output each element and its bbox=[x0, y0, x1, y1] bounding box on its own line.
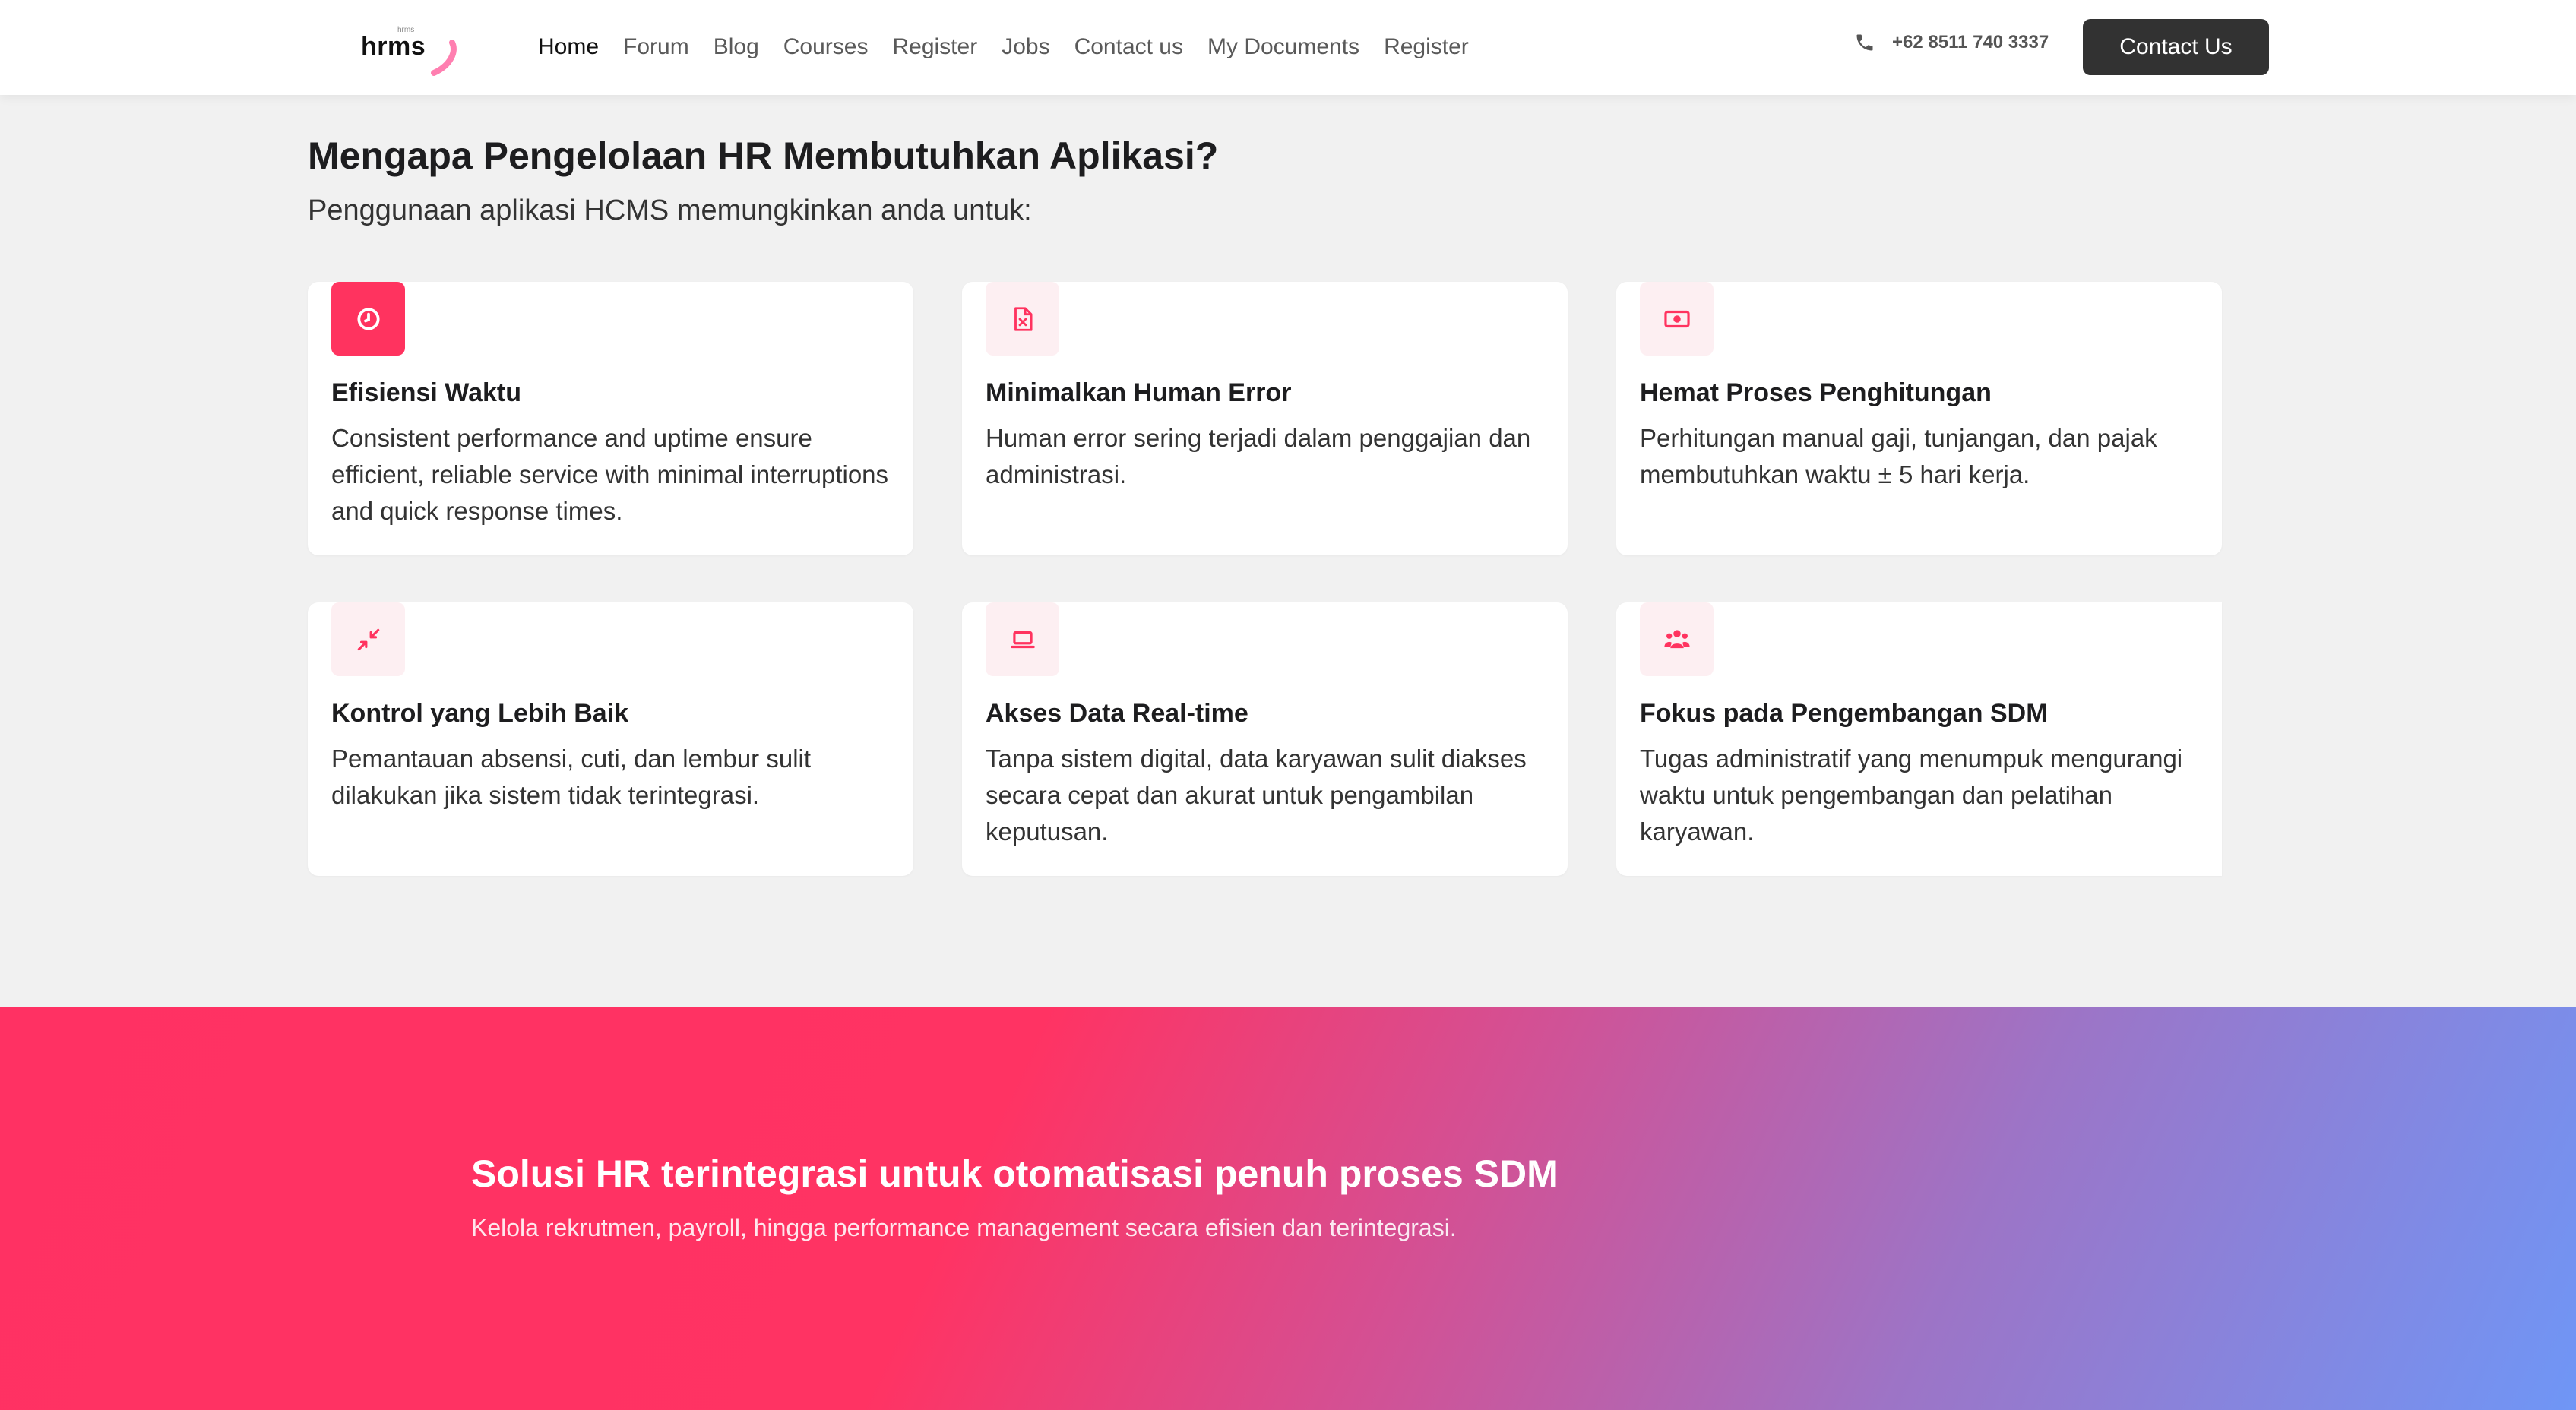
nav-blog[interactable]: Blog bbox=[714, 34, 759, 60]
nav-home[interactable]: Home bbox=[538, 34, 599, 60]
feature-card-kontrol: Kontrol yang Lebih Baik Pemantauan absen… bbox=[308, 602, 913, 876]
nav-my-documents[interactable]: My Documents bbox=[1207, 34, 1359, 60]
card-title: Akses Data Real-time bbox=[986, 699, 1248, 728]
users-icon bbox=[1640, 602, 1714, 676]
section-subtitle: Penggunaan aplikasi HCMS memungkinkan an… bbox=[308, 194, 1032, 226]
phone-contact[interactable]: +62 8511 740 3337 bbox=[1854, 27, 2049, 58]
site-header: hrms hrms Home Forum Blog Courses Regist… bbox=[0, 0, 2576, 95]
compress-icon bbox=[331, 602, 405, 676]
laptop-icon bbox=[986, 602, 1059, 676]
card-description: Tugas administratif yang menumpuk mengur… bbox=[1640, 745, 2183, 846]
card-description: Human error sering terjadi dalam penggaj… bbox=[986, 424, 1531, 488]
nav-jobs[interactable]: Jobs bbox=[1002, 34, 1049, 60]
money-icon bbox=[1640, 282, 1714, 356]
feature-card-hemat-proses: Hemat Proses Penghitungan Perhitungan ma… bbox=[1616, 282, 2222, 555]
contact-us-button[interactable]: Contact Us bbox=[2083, 19, 2269, 75]
banner-subtitle: Kelola rekrutmen, payroll, hingga perfor… bbox=[471, 1214, 1457, 1241]
logo[interactable]: hrms hrms bbox=[361, 23, 467, 76]
nav-courses[interactable]: Courses bbox=[783, 34, 869, 60]
card-title: Kontrol yang Lebih Baik bbox=[331, 699, 629, 728]
phone-icon bbox=[1856, 34, 1873, 51]
card-title: Efisiensi Waktu bbox=[331, 378, 522, 407]
phone-number: +62 8511 740 3337 bbox=[1892, 32, 2049, 52]
card-description: Pemantauan absensi, cuti, dan lembur sul… bbox=[331, 745, 812, 809]
nav-register-2[interactable]: Register bbox=[1384, 34, 1469, 60]
card-description: Tanpa sistem digital, data karyawan suli… bbox=[986, 745, 1527, 846]
feature-card-akses-data: Akses Data Real-time Tanpa sistem digita… bbox=[962, 602, 1568, 876]
nav-register[interactable]: Register bbox=[892, 34, 977, 60]
logo-swoosh-icon bbox=[431, 40, 457, 76]
card-title: Fokus pada Pengembangan SDM bbox=[1640, 699, 2048, 728]
main-nav: Home Forum Blog Courses Register Jobs Co… bbox=[538, 30, 1493, 64]
feature-card-efisiensi-waktu: Efisiensi Waktu Consistent performance a… bbox=[308, 282, 913, 555]
feature-card-fokus-sdm: Fokus pada Pengembangan SDM Tugas admini… bbox=[1616, 602, 2222, 876]
feature-card-minimalkan-human-error: Minimalkan Human Error Human error serin… bbox=[962, 282, 1568, 555]
cta-banner: Solusi HR terintegrasi untuk otomatisasi… bbox=[0, 1007, 2576, 1410]
card-description: Perhitungan manual gaji, tunjangan, dan … bbox=[1640, 424, 2157, 488]
card-title: Hemat Proses Penghitungan bbox=[1640, 378, 1992, 407]
section-title: Mengapa Pengelolaan HR Membutuhkan Aplik… bbox=[308, 134, 1219, 177]
file-x-icon bbox=[986, 282, 1059, 356]
card-description: Consistent performance and uptime ensure… bbox=[331, 424, 889, 525]
nav-contact-us[interactable]: Contact us bbox=[1074, 34, 1183, 60]
clock-icon bbox=[331, 282, 405, 356]
logo-text: hrms bbox=[361, 32, 426, 61]
card-title: Minimalkan Human Error bbox=[986, 378, 1292, 407]
banner-title: Solusi HR terintegrasi untuk otomatisasi… bbox=[471, 1152, 1559, 1195]
nav-forum[interactable]: Forum bbox=[623, 34, 689, 60]
